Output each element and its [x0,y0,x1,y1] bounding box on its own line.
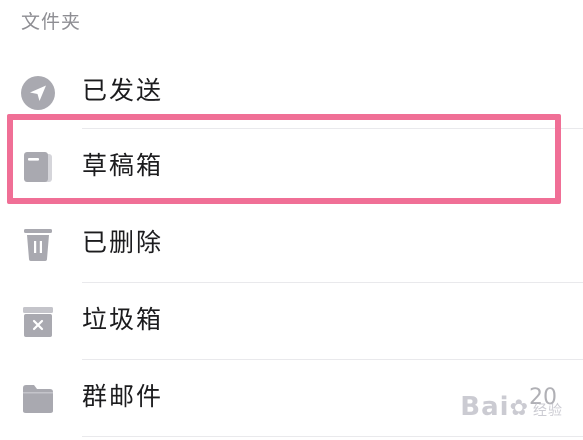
folder-icon [20,380,56,416]
paw-icon: ✿ [509,396,529,421]
folder-item-deleted[interactable]: 已删除 [0,206,583,283]
watermark-suffix: 经验 [533,403,563,419]
trash-icon [20,226,56,262]
drafts-highlight-box [7,114,561,204]
baidu-watermark: Bai✿ 经验 [460,392,563,422]
row-divider [82,436,583,437]
folder-label: 群邮件 [82,382,164,411]
folder-label: 已删除 [82,228,164,257]
watermark-text: Bai [460,392,510,422]
folder-label: 已发送 [82,76,164,105]
folders-section-title: 文件夹 [21,11,82,33]
folder-label: 垃圾箱 [82,305,164,334]
spam-box-icon [20,304,56,340]
paper-plane-icon [20,75,56,111]
folder-item-spam[interactable]: 垃圾箱 [0,283,583,360]
